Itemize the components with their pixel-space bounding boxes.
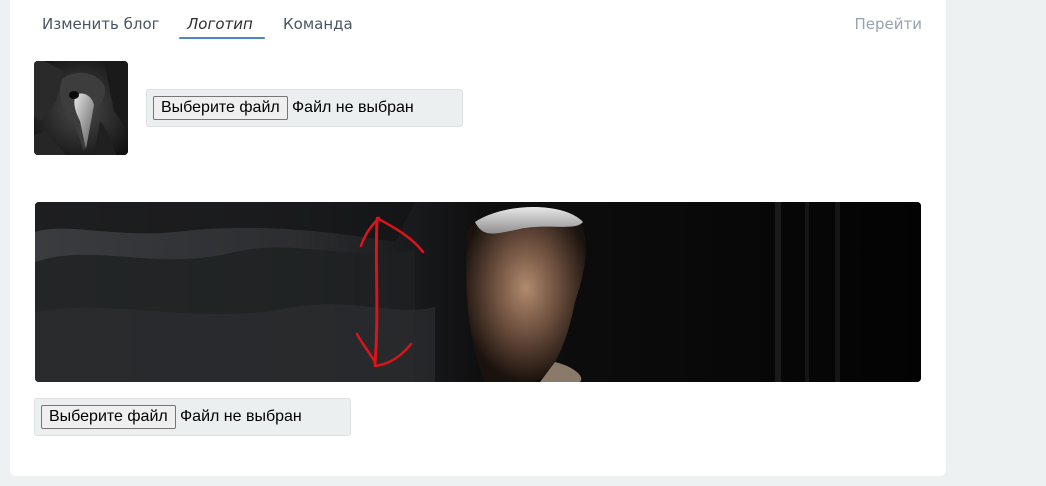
choose-avatar-file-button[interactable]: Выберите файл	[153, 96, 288, 120]
blog-settings-card: Изменить блог Логотип Команда Перейти Вы…	[10, 0, 946, 476]
tab-team[interactable]: Команда	[283, 15, 353, 33]
active-tab-indicator	[179, 37, 265, 39]
cover-image	[35, 202, 921, 382]
choose-cover-file-button[interactable]: Выберите файл	[41, 405, 176, 429]
tab-logo[interactable]: Логотип	[187, 15, 253, 33]
blog-cover	[35, 202, 921, 382]
avatar-file-input: Выберите файл Файл не выбран	[146, 89, 463, 127]
go-link[interactable]: Перейти	[855, 15, 923, 33]
avatar-file-status: Файл не выбран	[292, 99, 414, 116]
crow-mask-image	[34, 61, 128, 155]
settings-tabs: Изменить блог Логотип Команда Перейти	[42, 0, 922, 40]
blog-avatar	[34, 61, 128, 155]
cover-file-status: Файл не выбран	[180, 408, 302, 425]
tab-edit-blog[interactable]: Изменить блог	[42, 15, 160, 33]
cover-file-input: Выберите файл Файл не выбран	[34, 398, 351, 436]
